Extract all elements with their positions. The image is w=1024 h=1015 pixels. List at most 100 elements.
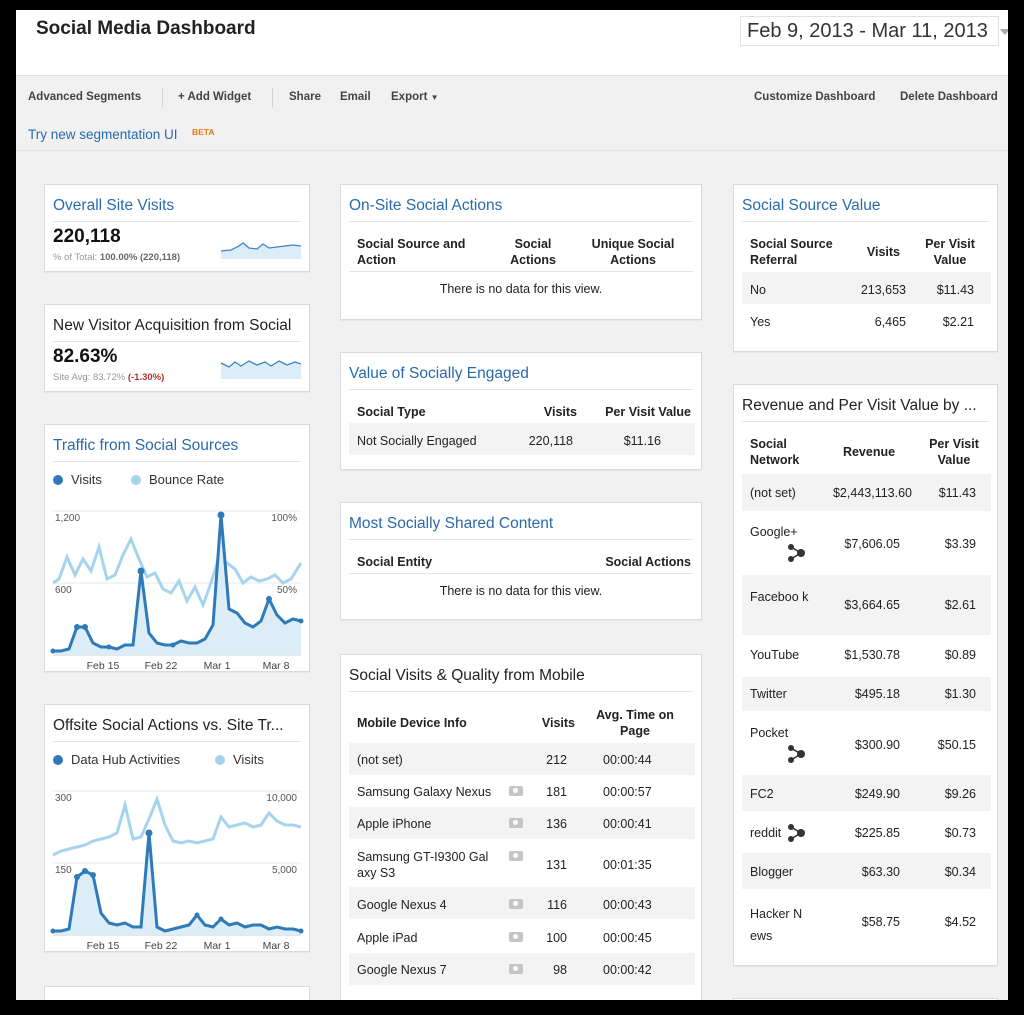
table-cell: Apple iPad	[357, 931, 418, 945]
table-cell: 181	[546, 785, 567, 799]
column-header[interactable]: Per Visit Value	[918, 436, 990, 468]
table-cell: 131	[546, 858, 567, 872]
legend-data-hub[interactable]: Data Hub Activities	[53, 752, 180, 767]
column-header[interactable]: Per Visit Value	[585, 404, 691, 420]
divider	[16, 150, 1008, 151]
column-header[interactable]: Social Type	[357, 404, 426, 420]
x-tick: Mar 8	[263, 660, 290, 672]
share-icon[interactable]	[786, 823, 806, 843]
column-header[interactable]: Social Network	[750, 436, 820, 468]
widget-title[interactable]: Social Visits & Quality from Mobile	[349, 667, 693, 685]
column-header[interactable]: Social Source Referral	[750, 236, 850, 268]
widget-title[interactable]: Overall Site Visits	[53, 197, 301, 215]
y-tick-right: 50%	[277, 585, 297, 596]
source-value-widget: Social Source Value Social Source Referr…	[733, 184, 998, 352]
camera-icon[interactable]	[509, 932, 523, 942]
date-range-picker[interactable]: Feb 9, 2013 - Mar 11, 2013	[740, 16, 1008, 46]
divider	[349, 271, 693, 272]
table-cell: 213,653	[860, 283, 906, 297]
column-header[interactable]: Avg. Time on Page	[585, 707, 685, 739]
table-cell: (not set)	[357, 753, 403, 767]
camera-icon[interactable]	[509, 786, 523, 796]
table-cell: No	[750, 283, 766, 297]
legend-visits[interactable]: Visits	[53, 472, 102, 487]
divider	[53, 461, 301, 462]
divider	[349, 691, 693, 692]
table-cell: $4.52	[944, 915, 976, 929]
widget-title[interactable]: Value of Socially Engaged	[349, 365, 693, 383]
widget-title[interactable]: Social Source Value	[742, 197, 989, 215]
legend-label: Visits	[233, 752, 264, 767]
column-header[interactable]: Mobile Device Info	[357, 715, 467, 731]
widget-title[interactable]: Revenue and Per Visit Value by ...	[742, 397, 989, 415]
divider	[53, 221, 301, 222]
column-header[interactable]: Per Visit Value	[914, 236, 986, 268]
divider	[742, 221, 989, 222]
delete-dashboard-button[interactable]: Delete Dashboard	[900, 91, 998, 103]
widget-title[interactable]: On-Site Social Actions	[349, 197, 693, 215]
table-cell: Google+	[750, 525, 798, 539]
column-header[interactable]: Social Actions	[571, 554, 691, 570]
camera-icon[interactable]	[509, 851, 523, 861]
partial-widget	[44, 986, 310, 1000]
table-cell: 00:00:45	[603, 931, 652, 945]
table-cell: 00:00:57	[603, 785, 652, 799]
camera-icon[interactable]	[509, 899, 523, 909]
table-cell: Google Nexus 7	[357, 963, 447, 977]
sub-delta: (-1.30%)	[127, 372, 165, 383]
table-cell: $11.43	[936, 283, 974, 297]
widget-title[interactable]: New Visitor Acquisition from Social	[53, 317, 301, 335]
traffic-social-widget: Traffic from Social Sources Visits Bounc…	[44, 424, 310, 672]
y-tick-left: 1,200	[55, 513, 80, 524]
table-cell: 98	[553, 963, 567, 977]
table-cell: (not set)	[750, 486, 796, 500]
data-hub-area	[53, 833, 301, 935]
divider	[349, 221, 693, 222]
widget-title[interactable]: Offsite Social Actions vs. Site Tr...	[53, 717, 301, 735]
table-cell: 136	[546, 817, 567, 831]
legend-swatch	[131, 475, 141, 485]
advanced-segments-button[interactable]: Advanced Segments	[28, 91, 141, 103]
legend-bounce-rate[interactable]: Bounce Rate	[131, 472, 224, 487]
widget-title[interactable]: Traffic from Social Sources	[53, 437, 301, 455]
legend-label: Data Hub Activities	[71, 752, 181, 767]
table-cell: 00:00:41	[603, 817, 652, 831]
column-header[interactable]: Visits	[852, 244, 900, 260]
add-widget-button[interactable]: + Add Widget	[178, 91, 251, 103]
partial-widget	[733, 998, 998, 1000]
legend-visits[interactable]: Visits	[215, 752, 264, 767]
column-header[interactable]: Visits	[529, 715, 575, 731]
share-icon[interactable]	[786, 543, 806, 563]
column-header[interactable]: Social Source and Action	[357, 236, 487, 268]
divider	[349, 539, 693, 540]
share-button[interactable]: Share	[289, 91, 321, 103]
export-label: Export	[391, 91, 428, 103]
column-header[interactable]: Visits	[521, 404, 577, 420]
export-button[interactable]: Export ▼	[391, 91, 439, 103]
customize-dashboard-button[interactable]: Customize Dashboard	[754, 91, 875, 103]
table-cell: Samsung Galaxy Nexus	[357, 785, 492, 799]
share-icon[interactable]	[786, 744, 806, 764]
table-cell: 116	[547, 898, 567, 912]
column-header[interactable]: Unique Social Actions	[577, 236, 689, 268]
offsite-actions-widget: Offsite Social Actions vs. Site Tr... Da…	[44, 704, 310, 952]
metric-subtext: % of Total: 100.00% (220,118)	[53, 252, 180, 263]
onsite-actions-widget: On-Site Social Actions Social Source and…	[340, 184, 702, 320]
try-segmentation-link[interactable]: Try new segmentation UI	[28, 127, 178, 142]
camera-icon[interactable]	[509, 818, 523, 828]
divider	[742, 421, 989, 422]
y-tick-right: 5,000	[272, 865, 297, 876]
camera-icon[interactable]	[509, 964, 523, 974]
chevron-down-icon: ▼	[430, 93, 439, 102]
column-header[interactable]: Social Entity	[357, 554, 432, 570]
table-cell: $3,664.65	[844, 598, 900, 612]
column-header[interactable]: Revenue	[830, 444, 908, 460]
email-button[interactable]: Email	[340, 91, 371, 103]
table-cell: $7,606.05	[844, 537, 900, 551]
sub-prefix: Site Avg: 83.72%	[53, 372, 126, 383]
widget-title[interactable]: Most Socially Shared Content	[349, 515, 693, 533]
table-cell: 00:00:43	[603, 898, 652, 912]
column-header[interactable]: Social Actions	[503, 236, 563, 268]
table-cell: $1.30	[944, 687, 976, 701]
y-tick-left: 150	[55, 865, 72, 876]
